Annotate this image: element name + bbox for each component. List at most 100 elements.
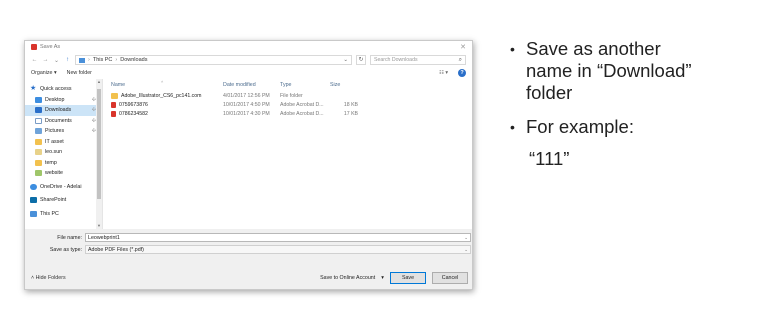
- documents-icon: [35, 117, 42, 124]
- dialog-body: ★ Quick access Desktop ✣ Downloads ✣ Doc…: [25, 79, 472, 229]
- downloads-icon: [35, 107, 42, 114]
- sidebar-item-label: Pictures: [45, 128, 65, 135]
- organize-button[interactable]: Organize ▾: [31, 70, 57, 76]
- save-online-button[interactable]: Save to Online Account ▾: [320, 272, 384, 284]
- sidebar-item-sharepoint[interactable]: SharePoint: [25, 195, 102, 206]
- sidebar-scrollbar[interactable]: ▲ ▼: [96, 79, 102, 229]
- sidebar-item-temp[interactable]: temp: [25, 158, 102, 169]
- dialog-footer: File name: Leowebprint1 ⌄ Save as type: …: [25, 229, 472, 289]
- sidebar-item-label: Documents: [45, 117, 72, 124]
- help-icon[interactable]: ?: [458, 69, 466, 77]
- column-header-name[interactable]: Name: [111, 82, 223, 88]
- folder-icon: [35, 138, 42, 145]
- file-name-input[interactable]: Leowebprint1 ⌄: [85, 233, 471, 242]
- slide: Save As ✕ ← → ⌄ ↑ › This PC › Downloads …: [0, 0, 769, 327]
- save-type-label: Save as type:: [49, 246, 82, 253]
- breadcrumb-separator: ›: [115, 57, 118, 63]
- cancel-button[interactable]: Cancel: [432, 272, 468, 284]
- desktop-icon: [35, 96, 42, 103]
- file-name: 0759673876: [119, 101, 148, 108]
- sidebar-item-leo-sun[interactable]: leo.sun: [25, 147, 102, 158]
- folder-icon: [111, 92, 118, 99]
- file-name: 0786234582: [119, 110, 148, 117]
- view-options-button[interactable]: ☷ ▾: [439, 70, 448, 76]
- close-icon[interactable]: ✕: [460, 43, 466, 51]
- user-folder-icon: [35, 149, 42, 156]
- file-row[interactable]: Adobe_Illustrator_CS6_pc141.com 4/01/201…: [111, 91, 472, 100]
- file-list: ˄ Name Date modified Type Size Adobe_Ill…: [103, 79, 472, 229]
- save-online-label: Save to Online Account: [320, 275, 376, 281]
- scrollbar-thumb[interactable]: [97, 89, 101, 199]
- recent-locations-button[interactable]: ⌄: [53, 57, 60, 64]
- sidebar-item-pictures[interactable]: Pictures ✣: [25, 126, 102, 137]
- chevron-down-icon: ▾: [381, 275, 384, 281]
- search-icon: ⌕: [458, 56, 462, 63]
- bullet-text: Save as another name in “Download” folde…: [526, 38, 692, 103]
- up-button[interactable]: ↑: [64, 57, 71, 63]
- breadcrumb-this-pc[interactable]: This PC: [93, 57, 113, 63]
- file-size: 18 KB: [343, 101, 358, 108]
- column-header-type[interactable]: Type: [280, 82, 330, 88]
- save-button[interactable]: Save: [390, 272, 426, 284]
- refresh-button[interactable]: ↻: [356, 55, 366, 65]
- chevron-down-icon[interactable]: ⌄: [464, 247, 468, 253]
- instruction-notes: • Save as another name in “Download” fol…: [510, 38, 760, 170]
- chevron-down-icon[interactable]: ⌄: [464, 235, 468, 241]
- sidebar-item-this-pc[interactable]: This PC: [25, 209, 102, 220]
- file-row[interactable]: 0759673876 10/01/2017 4:50 PM Adobe Acro…: [111, 100, 472, 109]
- this-pc-icon: [30, 210, 37, 217]
- save-type-select[interactable]: Adobe PDF Files (*.pdf) ⌄: [85, 245, 471, 254]
- sidebar-item-label: temp: [45, 159, 57, 166]
- example-text: “111”: [529, 148, 570, 169]
- sidebar-item-quick-access[interactable]: ★ Quick access: [25, 84, 102, 95]
- file-name: Adobe_Illustrator_CS6_pc141.com: [121, 92, 202, 99]
- save-type-value: Adobe PDF Files (*.pdf): [88, 246, 144, 253]
- new-folder-button[interactable]: New folder: [67, 70, 92, 76]
- sidebar-item-documents[interactable]: Documents ✣: [25, 116, 102, 127]
- file-name-value: Leowebprint1: [88, 234, 120, 241]
- bullet-item: • For example:: [510, 116, 760, 138]
- file-name-row: File name: Leowebprint1 ⌄: [25, 232, 471, 243]
- file-date: 10/01/2017 4:50 PM: [223, 101, 270, 108]
- file-type: File folder: [280, 92, 303, 99]
- file-size: 17 KB: [343, 110, 358, 117]
- sort-caret-icon: ˄: [161, 79, 164, 84]
- breadcrumb-separator: ›: [88, 57, 90, 63]
- chevron-down-icon[interactable]: ⌄: [343, 57, 348, 63]
- bullet-dot: •: [510, 119, 515, 135]
- chevron-up-icon: ˄: [31, 275, 35, 281]
- sidebar-item-desktop[interactable]: Desktop ✣: [25, 95, 102, 106]
- file-name-label: File name:: [57, 234, 82, 241]
- sidebar-item-label: SharePoint: [40, 197, 67, 204]
- back-button[interactable]: ←: [31, 57, 38, 63]
- acrobat-app-icon: [31, 44, 37, 50]
- file-type: Adobe Acrobat D...: [280, 101, 324, 108]
- sidebar-item-downloads[interactable]: Downloads ✣: [25, 105, 102, 116]
- navigation-bar: ← → ⌄ ↑ › This PC › Downloads ⌄ ↻ Search…: [25, 53, 472, 67]
- search-input[interactable]: Search Downloads ⌕: [370, 55, 466, 65]
- sidebar-item-label: leo.sun: [45, 149, 63, 156]
- pdf-icon: [111, 110, 116, 117]
- sidebar-item-it-asset[interactable]: IT asset: [25, 137, 102, 148]
- web-folder-icon: [35, 170, 42, 177]
- sidebar-item-label: IT asset: [45, 138, 64, 145]
- sidebar-item-onedrive[interactable]: OneDrive - Adelai: [25, 182, 102, 193]
- column-header-date[interactable]: Date modified: [223, 82, 280, 88]
- file-row[interactable]: 0786234582 10/01/2017 4:30 PM Adobe Acro…: [111, 109, 472, 118]
- column-header-size[interactable]: Size: [330, 82, 360, 88]
- address-bar[interactable]: › This PC › Downloads ⌄: [75, 55, 352, 65]
- scroll-up-icon[interactable]: ▲: [96, 79, 102, 85]
- hide-folders-label: Hide Folders: [35, 275, 66, 281]
- breadcrumb-downloads[interactable]: Downloads: [120, 57, 147, 63]
- sidebar-item-label: Downloads: [45, 107, 72, 114]
- sidebar-item-website[interactable]: website: [25, 168, 102, 179]
- sidebar-item-label: Quick access: [40, 86, 72, 93]
- this-pc-icon: [79, 57, 85, 63]
- file-date: 10/01/2017 4:30 PM: [223, 110, 270, 117]
- navigation-pane: ★ Quick access Desktop ✣ Downloads ✣ Doc…: [25, 79, 103, 229]
- sidebar-item-label: Desktop: [45, 96, 65, 103]
- hide-folders-button[interactable]: ˄ Hide Folders: [31, 275, 66, 281]
- file-date: 4/01/2017 12:56 PM: [223, 92, 270, 99]
- button-row: ˄ Hide Folders Save to Online Account ▾ …: [25, 271, 472, 285]
- forward-button[interactable]: →: [42, 57, 49, 63]
